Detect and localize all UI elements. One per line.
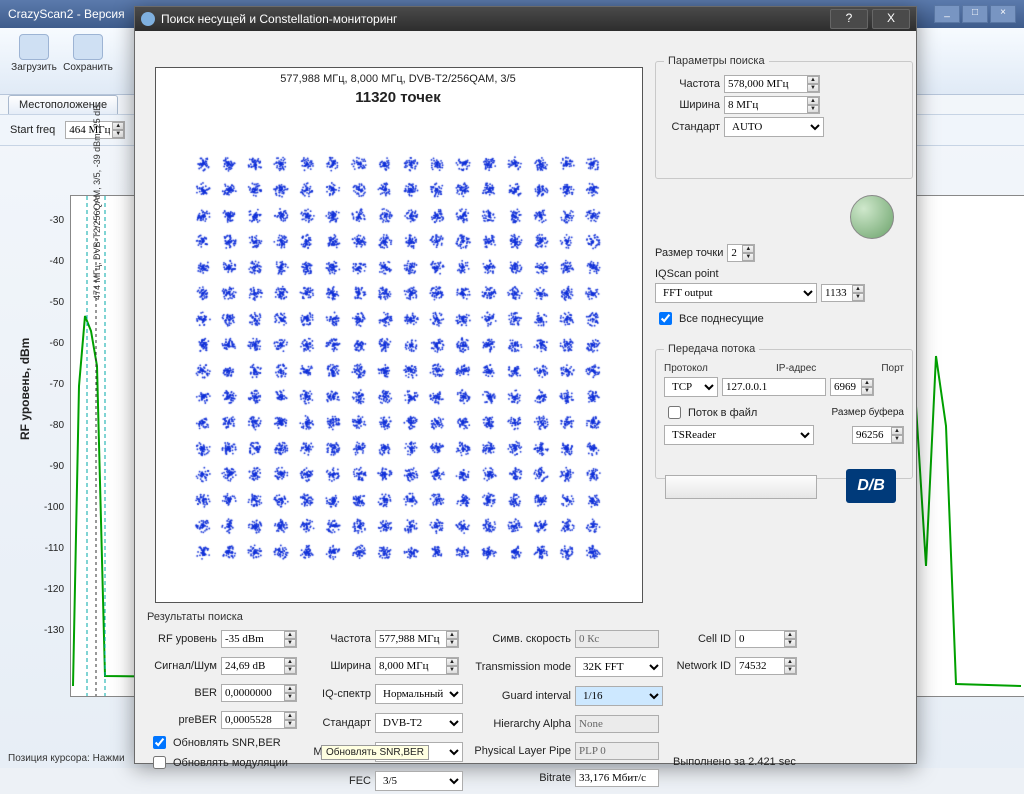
iqscan-label: IQScan point [655, 268, 905, 280]
spin-up-icon[interactable]: ▲ [112, 122, 124, 130]
stream-to-file-label: Поток в файл [688, 407, 757, 419]
folder-icon [19, 34, 49, 60]
spin-down-icon[interactable]: ▼ [112, 130, 124, 138]
iqspec-select[interactable]: Нормальный [375, 684, 463, 704]
y-ticks: -30-40-50-60-70-80-90-100-110-120-130 [40, 200, 64, 651]
standard-label: Стандарт [664, 121, 720, 133]
trans-label: Transmission mode [473, 661, 571, 673]
iqscan-select[interactable]: FFT output [655, 283, 817, 303]
ber-label: BER [147, 687, 217, 699]
plp-label: Physical Layer Pipe [473, 745, 571, 757]
iqspec-label: IQ-спектр [307, 688, 371, 700]
standard-select[interactable]: AUTO [724, 117, 824, 137]
buffer-label: Размер буфера [832, 407, 904, 418]
guard-label: Guard interval [473, 690, 571, 702]
preber-label: preBER [147, 714, 217, 726]
width-label: Ширина [664, 99, 720, 111]
r-freq-label: Частота [307, 633, 371, 645]
start-freq-label: Start freq [10, 124, 55, 136]
rf-label: RF уровень [147, 633, 217, 645]
tooltip: Обновлять SNR,BER [321, 745, 429, 760]
update-snr-checkbox[interactable] [153, 736, 166, 749]
all-subcarriers-checkbox[interactable] [659, 312, 672, 325]
update-snr-label: Обновлять SNR,BER [173, 737, 281, 749]
bitrate-value[interactable] [575, 769, 659, 787]
proto-select[interactable]: TCP [664, 377, 718, 397]
y-axis-label: RF уровень, dBm [18, 338, 32, 440]
hier-value [575, 715, 659, 733]
guard-select[interactable]: 1/16 [575, 686, 663, 706]
fec-label: FEC [307, 775, 371, 787]
status-bar: Позиция курсора: Нажми [8, 753, 125, 764]
ip-header: IP-адрес [726, 363, 877, 374]
update-mod-checkbox[interactable] [153, 756, 166, 769]
plot-title: 11320 точек [155, 89, 641, 106]
all-subcarriers-label: Все поднесущие [679, 313, 764, 325]
main-close-button[interactable]: × [990, 5, 1016, 23]
results-caption: Результаты поиска [147, 611, 904, 623]
dialog-titlebar[interactable]: Поиск несущей и Constellation-мониторинг… [135, 7, 916, 31]
save-label: Сохранить [63, 62, 113, 73]
bitrate-label: Bitrate [473, 772, 571, 784]
sym-value [575, 630, 659, 648]
hier-label: Hierarchy Alpha [473, 718, 571, 730]
load-label: Загрузить [11, 62, 57, 73]
constellation-canvas [156, 117, 640, 599]
dialog-help-button[interactable]: ? [830, 9, 868, 29]
r-std-label: Стандарт [307, 717, 371, 729]
reader-select[interactable]: TSReader [664, 425, 814, 445]
freq-input[interactable] [724, 75, 820, 93]
stream-to-file-checkbox[interactable] [668, 406, 681, 419]
proto-header: Протокол [664, 363, 722, 374]
dialog-icon [141, 12, 155, 26]
plot-subtitle: 577,988 МГц, 8,000 МГц, DVB-T2/256QAM, 3… [155, 73, 641, 85]
dialog-close-button[interactable]: X [872, 9, 910, 29]
trans-select[interactable]: 32K FFT [575, 657, 663, 677]
app-title: CrazyScan2 - Версия [8, 7, 125, 21]
save-button[interactable]: Сохранить [62, 32, 114, 90]
cell-label: Cell ID [673, 633, 731, 645]
disk-icon [73, 34, 103, 60]
main-min-button[interactable]: _ [934, 5, 960, 23]
load-button[interactable]: Загрузить [8, 32, 60, 90]
iq-controls: Размер точки▲▼ IQScan point FFT output ▲… [655, 241, 905, 328]
results-group: Результаты поиска RF уровень▲▼ Сигнал/Шу… [147, 611, 904, 794]
snr-label: Сигнал/Шум [147, 660, 217, 672]
action-button[interactable] [665, 475, 817, 499]
ip-input[interactable] [722, 378, 826, 396]
stream-caption: Передача потока [664, 343, 759, 355]
search-params-caption: Параметры поиска [664, 55, 769, 67]
point-size-label: Размер точки [655, 247, 723, 259]
fec-select[interactable]: 3/5 [375, 771, 463, 791]
dvb-logo: D/B [846, 469, 896, 503]
constellation-dialog: Поиск несущей и Constellation-мониторинг… [134, 6, 917, 764]
update-mod-label: Обновлять модуляции [173, 757, 288, 769]
width-input[interactable] [724, 96, 820, 114]
search-params-group: Параметры поиска Частота▲▼ Ширина▲▼ Стан… [655, 61, 913, 179]
net-label: Network ID [673, 660, 731, 672]
stream-group: Передача потока ПротоколIP-адресПорт TCP… [655, 349, 913, 479]
port-header: Порт [881, 363, 904, 374]
freq-label: Частота [664, 78, 720, 90]
dialog-title: Поиск несущей и Constellation-мониторинг [161, 12, 397, 26]
r-std-select[interactable]: DVB-T2 [375, 713, 463, 733]
elapsed-text: Выполнено за 2.421 sec [673, 756, 797, 768]
sym-label: Симв. скорость [473, 633, 571, 645]
main-max-button[interactable]: □ [962, 5, 988, 23]
marker-annotation: 474 МГц, DVB-T2/256QAM, 3/5, -39 dBm, 25… [92, 105, 102, 300]
globe-icon[interactable] [850, 195, 894, 239]
plp-value [575, 742, 659, 760]
r-width-label: Ширина [307, 660, 371, 672]
